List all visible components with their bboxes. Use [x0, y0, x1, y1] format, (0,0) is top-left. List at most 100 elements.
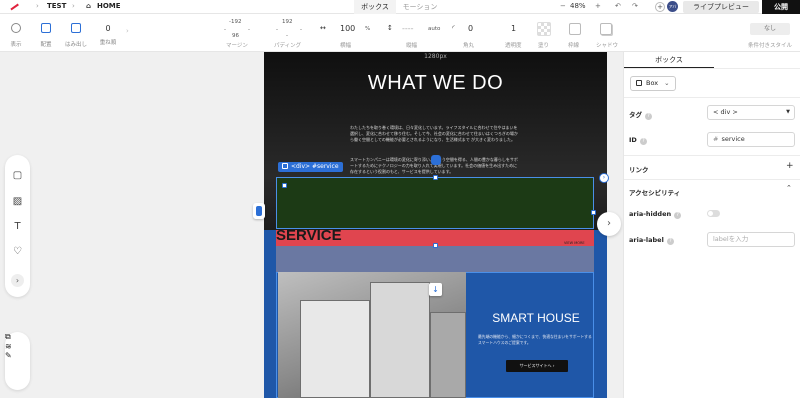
zoom-out-icon[interactable]: −	[560, 2, 566, 10]
width-unit[interactable]: %	[365, 26, 370, 32]
service-section-selected[interactable]	[276, 177, 594, 229]
expand-dock-icon[interactable]: ›	[11, 274, 24, 287]
studio-logo-icon[interactable]	[10, 3, 19, 10]
tab-box-properties[interactable]: ボックス	[624, 52, 714, 68]
fill-swatch[interactable]	[537, 22, 551, 36]
properties-panel: ボックス Box ⌄ タグ? < div > ▼ ID? # service リン…	[623, 52, 800, 398]
text-icon[interactable]: T	[11, 220, 24, 233]
height-unit[interactable]: auto	[428, 26, 440, 32]
chevron-down-icon: ⌄	[664, 79, 670, 87]
radius-label: 角丸	[463, 43, 475, 49]
conditional-style-label: 条件付きスタイル	[748, 43, 793, 49]
help-icon[interactable]: ?	[666, 238, 674, 245]
pages-icon[interactable]: ⧉	[5, 332, 30, 342]
what-we-do-paragraph-1[interactable]: わたしたちを取り巻く環境は、日々変化しています。ライフスタイルに合わせて住やはま…	[350, 125, 520, 143]
view-more-link[interactable]: VIEW MORE	[564, 241, 585, 245]
stack-icon	[256, 206, 262, 216]
radius-value[interactable]: 0	[468, 24, 473, 33]
service-site-button[interactable]: サービスサイトへ ›	[506, 360, 568, 372]
tab-box[interactable]: ボックス	[354, 0, 396, 14]
zoom-in-icon[interactable]: +	[595, 2, 601, 10]
zoom-level[interactable]: 48%	[570, 2, 586, 10]
resize-handle[interactable]	[282, 183, 287, 188]
margin-right[interactable]: -	[248, 27, 250, 33]
corner-radius-icon: ◜	[452, 24, 455, 32]
opacity-label: 透明度	[505, 43, 522, 49]
smart-house-text[interactable]: 最先端の機能から、細かにつくまで、快適な住まいをサポートするスマートハウスのご提…	[478, 334, 594, 346]
shadow-icon[interactable]	[600, 23, 612, 35]
redo-icon[interactable]: ↷	[632, 2, 638, 10]
margin-top[interactable]: -192	[229, 19, 241, 25]
chevron-up-icon[interactable]: ⌃	[786, 184, 792, 192]
padding-label: パディング	[274, 43, 302, 49]
image-icon[interactable]: ▨	[11, 195, 24, 208]
width-label: 横幅	[340, 43, 352, 49]
tag-label: タグ?	[629, 109, 652, 120]
visibility-tool[interactable]: 表示	[1, 14, 31, 48]
help-icon[interactable]: ?	[674, 212, 682, 219]
conditional-style-select[interactable]: なし	[750, 23, 790, 35]
layer-stack-icon[interactable]	[431, 155, 441, 165]
border-icon[interactable]	[569, 23, 581, 35]
add-collaborator-icon[interactable]: +	[655, 2, 665, 12]
toggle-knob	[708, 211, 713, 216]
box-icon[interactable]: ▢	[11, 169, 24, 182]
pen-icon[interactable]: ✎	[5, 351, 30, 360]
width-value[interactable]: 100	[340, 24, 355, 33]
building-block	[430, 312, 466, 398]
publish-button[interactable]: 公開	[762, 0, 800, 14]
top-bar: › TEST › ⌂ HOME ボックス モーション − 48% + ↶ ↷ +…	[0, 0, 800, 14]
height-value[interactable]: ----	[402, 24, 414, 33]
building-block	[300, 300, 370, 398]
help-icon[interactable]: ?	[639, 138, 647, 145]
z-index-tool[interactable]: 0 重ね順	[93, 14, 123, 46]
page-name[interactable]: HOME	[97, 2, 121, 10]
margin-left[interactable]: -	[224, 27, 226, 33]
selection-tag[interactable]: <div> #service	[278, 162, 343, 172]
border-label: 枠線	[568, 43, 580, 49]
opacity-value[interactable]: 1	[511, 24, 516, 33]
service-title[interactable]: SERVICE	[276, 227, 342, 244]
layers-icon[interactable]: ≋	[5, 342, 30, 351]
tag-select[interactable]: < div > ▼	[707, 105, 795, 120]
undo-icon[interactable]: ↶	[615, 2, 621, 10]
chevron-right-icon: ›	[36, 2, 39, 10]
padding-top[interactable]: 192	[282, 19, 293, 25]
resize-handle[interactable]	[433, 243, 438, 248]
margin-bottom[interactable]: 96	[232, 33, 239, 39]
help-icon[interactable]: ?	[645, 113, 652, 120]
resize-handle[interactable]	[591, 210, 596, 215]
padding-right[interactable]: -	[300, 27, 302, 33]
divider	[624, 179, 800, 180]
canvas-width-label: 1280px	[424, 53, 447, 60]
live-preview-button[interactable]: ライブプレビュー	[683, 1, 759, 13]
avatar[interactable]: アバ	[667, 1, 678, 12]
aria-label-input[interactable]: labelを入力	[707, 232, 795, 247]
aria-label-label: aria-label?	[629, 236, 674, 245]
tab-motion[interactable]: モーション	[400, 0, 440, 14]
smart-house-title[interactable]: SMART HOUSE	[474, 311, 598, 325]
id-field[interactable]: # service	[707, 132, 795, 147]
height-label: 縦幅	[406, 43, 418, 49]
next-section-icon[interactable]: ›	[597, 212, 621, 236]
heart-icon[interactable]: ♡	[11, 245, 24, 258]
reorder-handle[interactable]	[253, 203, 265, 219]
caret-down-icon: ▼	[786, 109, 790, 115]
building-block	[370, 282, 430, 398]
add-link-icon[interactable]: +	[786, 161, 794, 171]
project-name[interactable]: TEST	[47, 2, 66, 10]
overflow-tool[interactable]: はみ出し	[61, 14, 91, 48]
aria-hidden-toggle[interactable]	[707, 210, 720, 217]
padding-bottom[interactable]: -	[286, 33, 288, 39]
service-spacer-block[interactable]	[276, 246, 594, 272]
box-type-select[interactable]: Box ⌄	[630, 76, 676, 91]
resize-handle[interactable]	[433, 175, 438, 180]
move-down-icon[interactable]: ↓	[429, 283, 442, 296]
expand-right-icon[interactable]: ›	[599, 173, 609, 183]
add-element-dock: ▢ ▨ T ♡ ›	[5, 155, 30, 297]
what-we-do-heading[interactable]: WHAT WE DO	[264, 72, 607, 95]
position-icon	[41, 23, 51, 33]
position-tool[interactable]: 配置	[31, 14, 61, 48]
height-icon: ↕	[387, 24, 393, 32]
padding-left[interactable]: -	[276, 27, 278, 33]
